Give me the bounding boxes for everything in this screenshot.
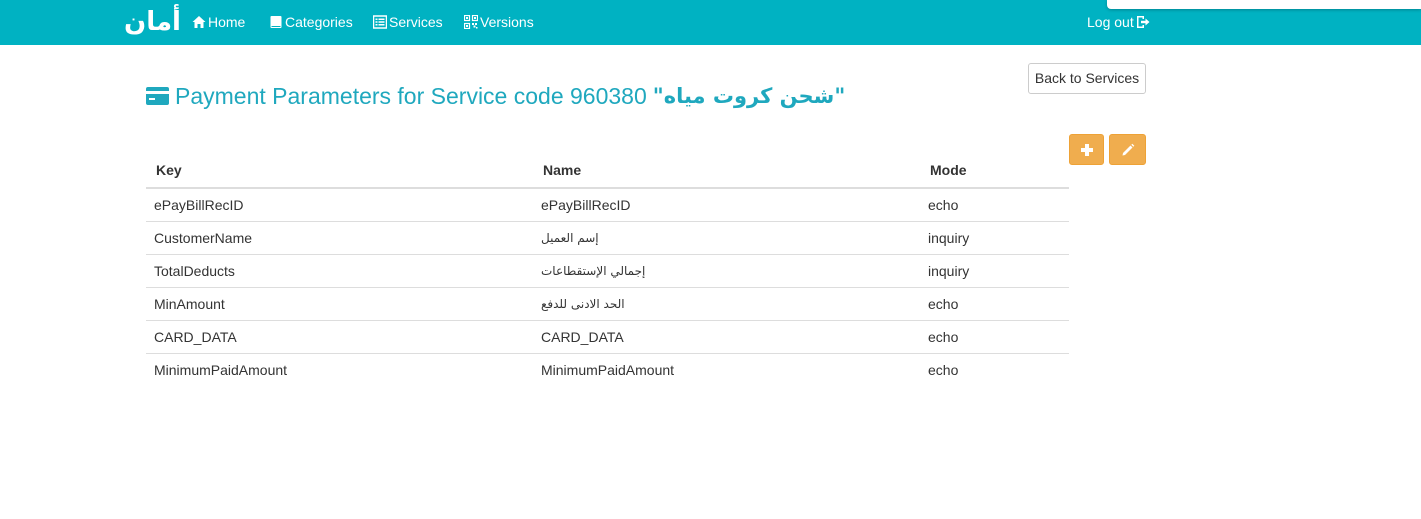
plus-icon: [1080, 143, 1093, 156]
pencil-icon: [1122, 143, 1134, 155]
title-service-name: "شحن كروت مياه": [652, 84, 846, 108]
table-row: TotalDeducts إجمالي الإستقطاعات inquiry: [146, 254, 1069, 288]
aman-logo[interactable]: أمان: [124, 4, 181, 40]
logout-label: Log out: [1087, 14, 1134, 30]
back-to-services-button[interactable]: Back to Services: [1028, 63, 1146, 94]
log-out-icon: [1136, 16, 1150, 28]
cell-name: MinimumPaidAmount: [541, 361, 675, 378]
cell-name: إجمالي الإستقطاعات: [533, 254, 920, 288]
list-icon: [373, 15, 387, 29]
qrcode-icon: [464, 15, 478, 29]
cell-key: MinAmount: [146, 287, 533, 321]
book-icon: [270, 16, 282, 28]
header-mode: Mode: [920, 152, 1069, 189]
nav-categories-label: Categories: [285, 14, 353, 30]
table-row: MinAmount الحد الادنى للدفع echo: [146, 287, 1069, 321]
table-row: CustomerName إسم العميل inquiry: [146, 221, 1069, 255]
cell-key: MinimumPaidAmount: [154, 361, 288, 378]
parameters-table: Key Name Mode ePayBillRecID ePayBillRecI…: [146, 152, 1069, 386]
nav-services-label: Services: [389, 14, 443, 30]
home-icon: [192, 16, 206, 28]
nav-categories[interactable]: Categories: [269, 12, 353, 32]
cell-name: الحد الادنى للدفع: [533, 287, 920, 321]
cell-mode: echo: [920, 320, 1069, 354]
cell-key: TotalDeducts: [146, 254, 533, 288]
cell-name: إسم العميل: [533, 221, 920, 255]
logout-link[interactable]: Log out: [1087, 12, 1150, 32]
header-name: Name: [533, 152, 920, 189]
cell-key: CustomerName: [146, 221, 533, 255]
cell-mode: echo: [928, 361, 959, 378]
header-key: Key: [146, 152, 533, 189]
edit-parameters-button[interactable]: [1109, 134, 1146, 165]
nav-versions[interactable]: Versions: [464, 12, 534, 32]
cell-mode: inquiry: [920, 254, 1069, 288]
nav-services[interactable]: Services: [373, 12, 443, 32]
nav-home-label: Home: [208, 14, 246, 30]
cell-mode: inquiry: [920, 221, 1069, 255]
cell-mode: echo: [920, 287, 1069, 321]
cell-mode: echo: [920, 188, 1069, 222]
cell-key: CARD_DATA: [146, 320, 533, 354]
cell-name: ePayBillRecID: [533, 188, 920, 222]
title-text: Payment Parameters for Service code 9603…: [175, 82, 647, 109]
table-row: ePayBillRecID ePayBillRecID echo: [146, 188, 1069, 222]
cell-name: CARD_DATA: [533, 320, 920, 354]
table-header-row: Key Name Mode: [146, 152, 1069, 189]
nav-home[interactable]: Home: [192, 12, 245, 32]
nav-versions-label: Versions: [480, 14, 534, 30]
credit-card-icon: [146, 87, 169, 105]
cell-key: ePayBillRecID: [146, 188, 533, 222]
page-title: Payment Parameters for Service code 9603…: [146, 80, 845, 112]
table-row: MinimumPaidAmount MinimumPaidAmount echo: [146, 353, 1069, 386]
add-parameter-button[interactable]: [1069, 134, 1104, 165]
table-row: CARD_DATA CARD_DATA echo: [146, 320, 1069, 354]
notification-dropdown: [1107, 0, 1421, 9]
